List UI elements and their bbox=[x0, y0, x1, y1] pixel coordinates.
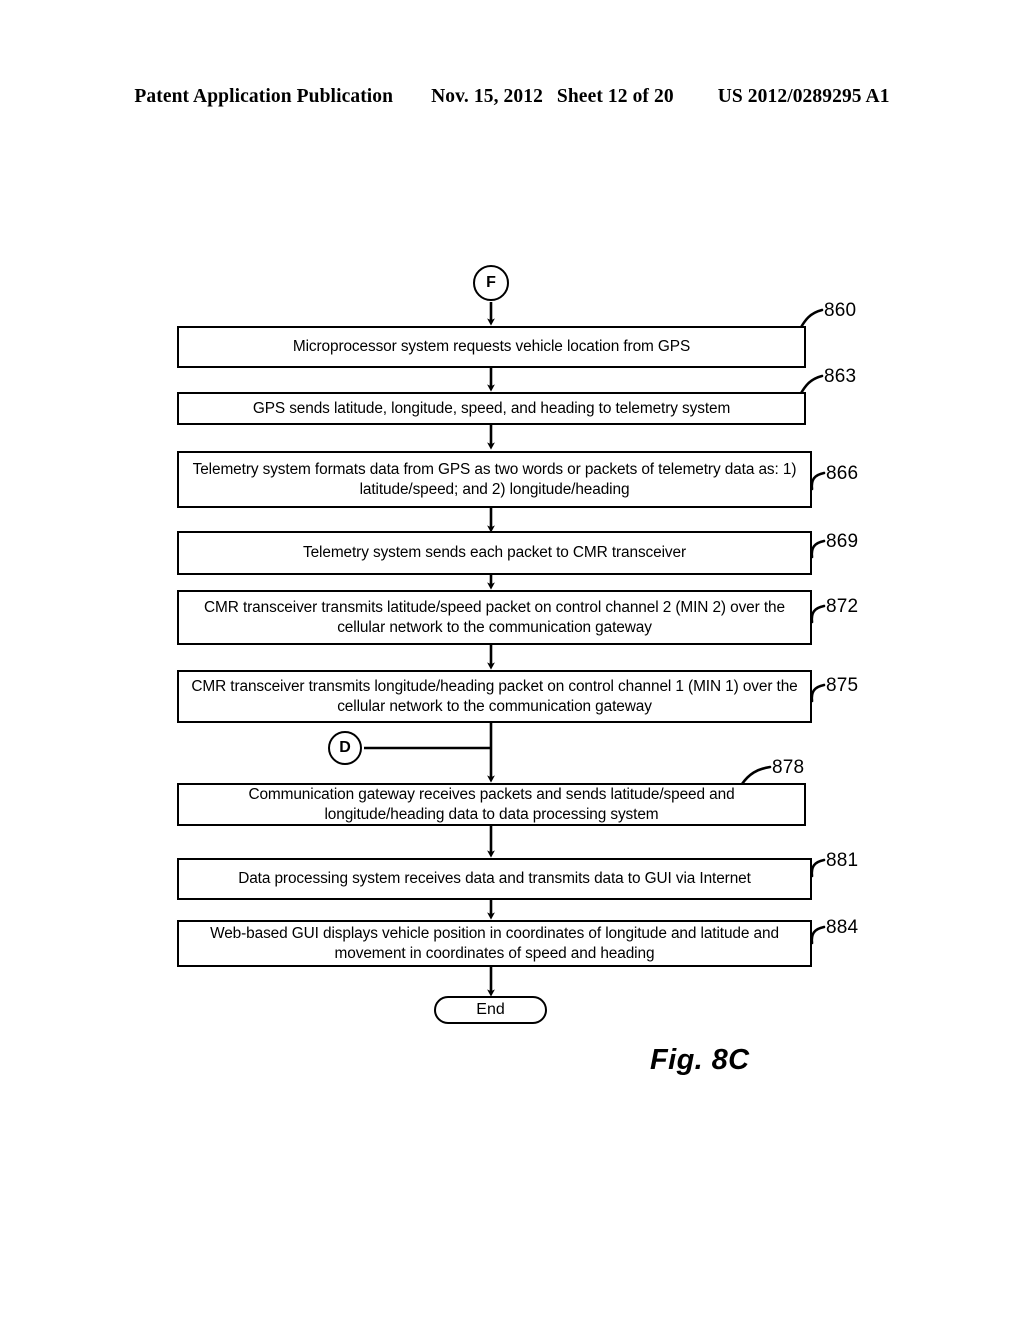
process-box-878: Communication gateway receives packets a… bbox=[177, 783, 806, 826]
process-box-866: Telemetry system formats data from GPS a… bbox=[177, 451, 812, 508]
connector-node-f-label: F bbox=[486, 274, 496, 291]
process-box-860-text: Microprocessor system requests vehicle l… bbox=[292, 338, 691, 356]
reference-numeral-863: 863 bbox=[824, 366, 857, 387]
process-box-863-text: GPS sends latitude, longitude, speed, an… bbox=[252, 399, 731, 417]
process-box-878-text: Communication gateway receives packets a… bbox=[248, 785, 735, 823]
process-box-884: Web-based GUI displays vehicle position … bbox=[177, 920, 812, 967]
reference-numeral-878: 878 bbox=[772, 757, 805, 778]
connector-node-f: F bbox=[473, 265, 509, 301]
reference-numeral-875: 875 bbox=[826, 675, 859, 696]
process-box-875-text: CMR transceiver transmits longitude/head… bbox=[191, 677, 798, 715]
terminator-end-label: End bbox=[476, 1001, 505, 1018]
process-box-860: Microprocessor system requests vehicle l… bbox=[177, 326, 806, 368]
reference-numeral-866: 866 bbox=[826, 463, 859, 484]
process-box-866-text: Telemetry system formats data from GPS a… bbox=[192, 460, 797, 498]
process-box-881-text: Data processing system receives data and… bbox=[238, 870, 751, 888]
process-box-869-text: Telemetry system sends each packet to CM… bbox=[302, 544, 687, 562]
process-box-881: Data processing system receives data and… bbox=[177, 858, 812, 900]
flowchart-connector-lines bbox=[364, 302, 826, 997]
figure-caption: Fig. 8C bbox=[650, 1044, 750, 1076]
process-box-884-text: Web-based GUI displays vehicle position … bbox=[210, 924, 779, 962]
process-box-863: GPS sends latitude, longitude, speed, an… bbox=[177, 392, 806, 425]
connector-node-d-label: D bbox=[339, 739, 351, 756]
terminator-end: End bbox=[434, 996, 547, 1024]
flowchart-figure: F Microprocessor system requests vehicle… bbox=[0, 0, 1024, 1320]
reference-numeral-881: 881 bbox=[826, 850, 859, 871]
reference-numeral-872: 872 bbox=[826, 596, 859, 617]
reference-numeral-860: 860 bbox=[824, 300, 857, 321]
reference-numeral-884: 884 bbox=[826, 917, 859, 938]
process-box-872-text: CMR transceiver transmits latitude/speed… bbox=[204, 598, 785, 636]
process-box-875: CMR transceiver transmits longitude/head… bbox=[177, 670, 812, 723]
connector-node-d: D bbox=[328, 731, 362, 765]
process-box-872: CMR transceiver transmits latitude/speed… bbox=[177, 590, 812, 645]
reference-numeral-869: 869 bbox=[826, 531, 859, 552]
process-box-869: Telemetry system sends each packet to CM… bbox=[177, 531, 812, 575]
